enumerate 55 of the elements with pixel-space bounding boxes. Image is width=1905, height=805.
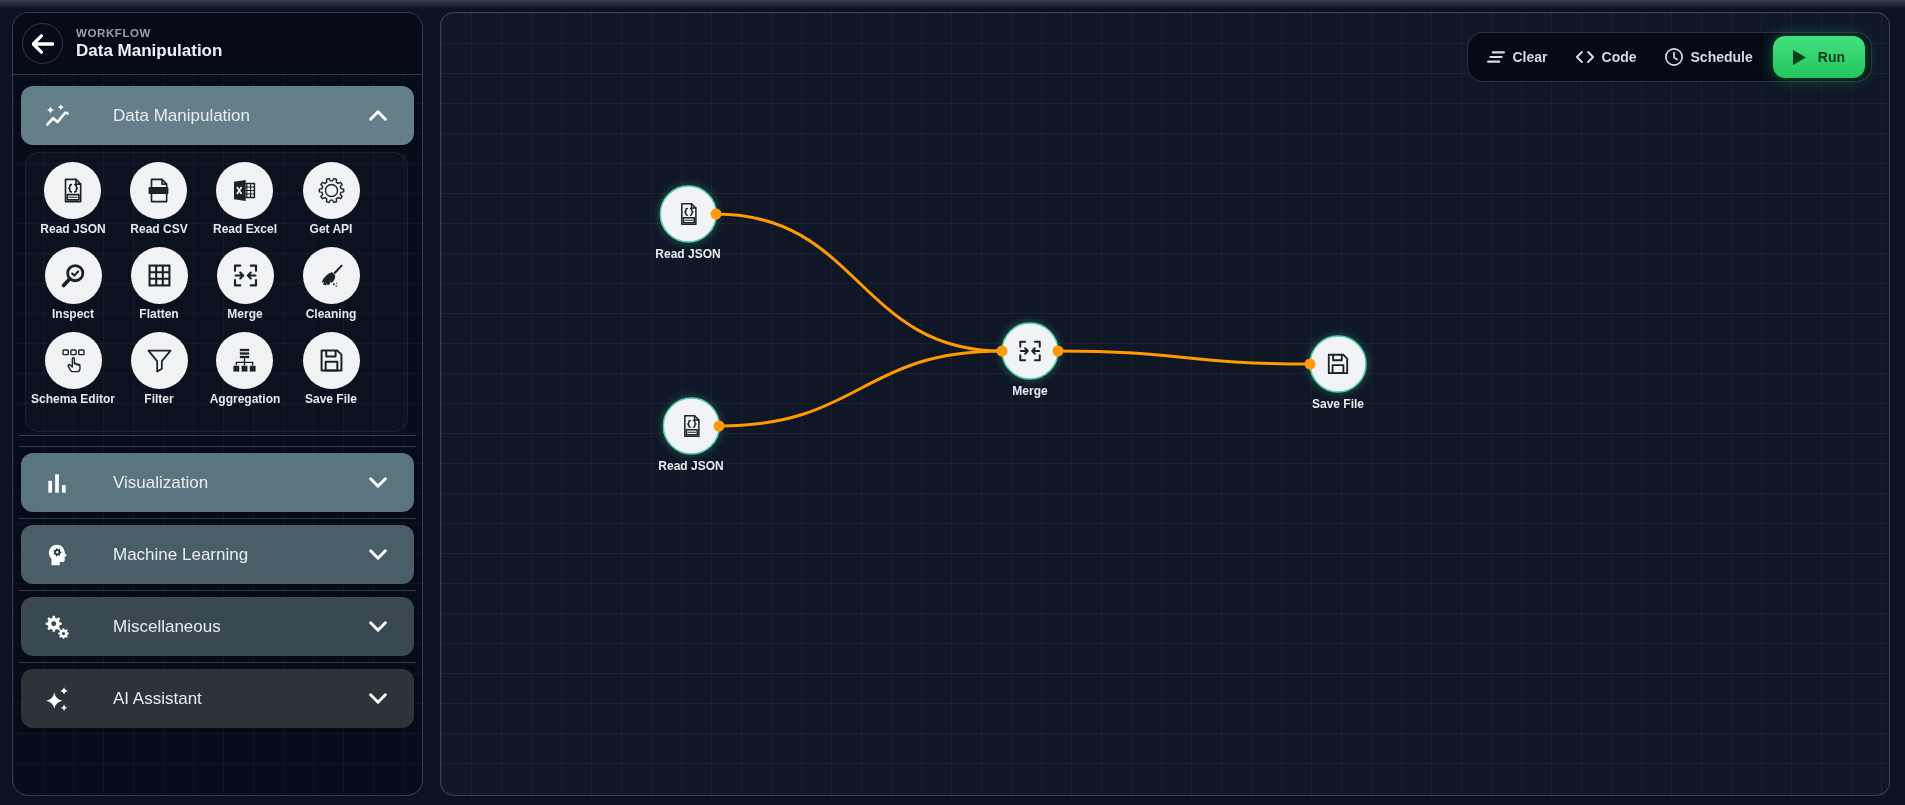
- category-header[interactable]: Machine Learning: [21, 525, 414, 584]
- category-header[interactable]: AI Assistant: [21, 669, 414, 728]
- code-file-icon: [662, 397, 720, 455]
- funnel-icon: [130, 332, 188, 389]
- tool-item[interactable]: Aggregation: [209, 332, 281, 407]
- magnifier-check-icon: [44, 247, 102, 304]
- clear-button[interactable]: Clear: [1472, 43, 1562, 71]
- tool-item[interactable]: Read CSV: [130, 162, 188, 237]
- tool-item[interactable]: Schema Editor: [31, 332, 115, 407]
- gears-icon: [44, 613, 70, 640]
- document-icon: [130, 162, 188, 219]
- back-arrow-icon: [31, 32, 54, 55]
- workflow-node[interactable]: Merge: [1001, 322, 1059, 399]
- schedule-button[interactable]: Schedule: [1650, 42, 1767, 72]
- port-dot-icon[interactable]: [1052, 345, 1064, 357]
- hierarchy-icon: [216, 332, 274, 389]
- floppy-disk-icon: [302, 332, 360, 389]
- workflow-node[interactable]: Read JSON: [658, 397, 724, 474]
- merge-arrows-icon: [1001, 322, 1059, 380]
- code-file-icon: [44, 162, 102, 219]
- tool-item[interactable]: Inspect: [44, 247, 102, 322]
- play-icon: [1792, 49, 1806, 65]
- sparkle-chart-icon: [44, 102, 70, 129]
- port-dot-icon[interactable]: [1304, 358, 1316, 370]
- code-file-icon: [659, 185, 717, 243]
- port-dot-icon[interactable]: [713, 420, 725, 432]
- port-dot-icon[interactable]: [996, 345, 1008, 357]
- boxes-hand-icon: [44, 332, 102, 389]
- tool-item[interactable]: Filter: [130, 332, 188, 407]
- broom-icon: [302, 247, 360, 304]
- grid-icon: [130, 247, 188, 304]
- tool-item[interactable]: Save File: [302, 332, 360, 407]
- workflow-node[interactable]: Read JSON: [655, 185, 721, 262]
- category-header[interactable]: Visualization: [21, 453, 414, 512]
- clock-icon: [1664, 48, 1683, 66]
- floppy-disk-icon: [1309, 335, 1367, 393]
- merge-arrows-icon: [216, 247, 274, 304]
- tool-item[interactable]: Read JSON: [40, 162, 106, 237]
- category-header[interactable]: Data Manipulation: [21, 86, 414, 145]
- spreadsheet-icon: [216, 162, 274, 219]
- workflow-node[interactable]: Save File: [1309, 335, 1367, 412]
- port-dot-icon[interactable]: [710, 208, 722, 220]
- tool-item[interactable]: Read Excel: [212, 162, 277, 237]
- code-brackets-icon: [1575, 51, 1594, 63]
- run-button[interactable]: Run: [1772, 36, 1865, 78]
- tool-item[interactable]: Merge: [216, 247, 274, 322]
- workflow-title: Data Manipulation: [76, 39, 223, 61]
- breadcrumb-label: WORKFLOW: [76, 26, 153, 40]
- category-header[interactable]: Miscellaneous: [21, 597, 414, 656]
- code-button[interactable]: Code: [1561, 43, 1651, 71]
- tool-item[interactable]: Flatten: [130, 247, 188, 322]
- tool-item[interactable]: Get API: [302, 162, 360, 237]
- lines-icon: [1486, 51, 1505, 63]
- tool-item[interactable]: Cleaning: [302, 247, 360, 322]
- gear-icon: [302, 162, 360, 219]
